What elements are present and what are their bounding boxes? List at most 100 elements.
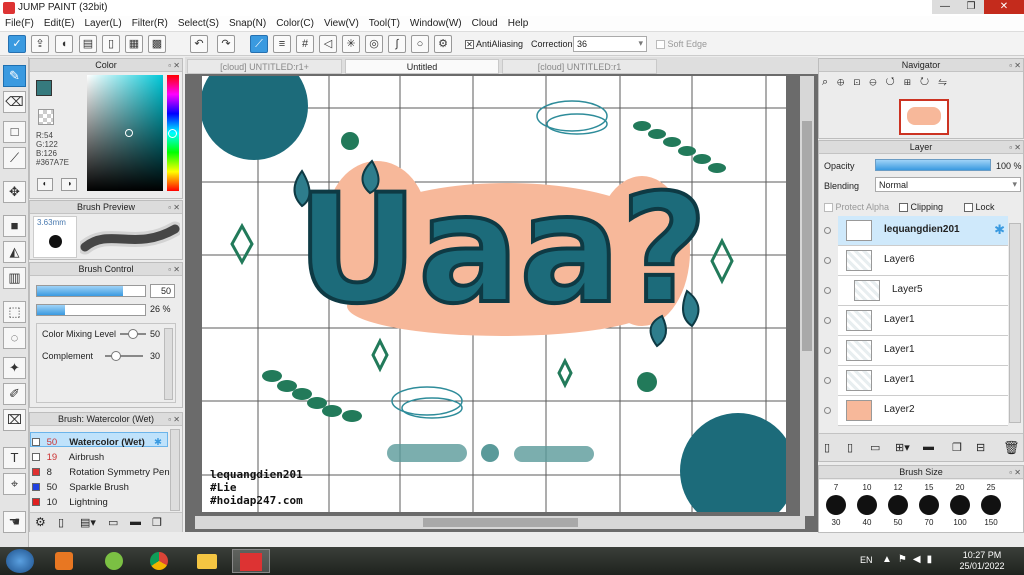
taskbar-app-green[interactable] [95,549,133,573]
size-input[interactable]: 50 [150,284,175,298]
complement-knob[interactable] [111,351,122,361]
panel-close-icon[interactable]: ▫ ✕ [168,414,180,426]
tab-untitled[interactable]: Untitled [345,59,499,74]
canvas-horizontal-scrollbar[interactable] [195,516,805,529]
redo-icon[interactable]: ↷ [217,35,235,53]
snap-curve-icon[interactable]: ∫ [388,35,406,53]
brush-list-scrollbar[interactable] [170,429,180,511]
blending-select[interactable]: Normal ▾ [875,177,1021,192]
eye-icon[interactable] [824,317,831,324]
lock-checkbox[interactable] [964,203,973,213]
text-tool-icon[interactable]: T [3,447,26,469]
zoom-fit-icon[interactable]: ⌕ [822,76,837,88]
lock-toggle[interactable]: Lock [964,202,995,213]
layer-page-icon[interactable]: ▭ [870,441,880,454]
panel-close-icon[interactable]: ▫ ✕ [168,264,180,276]
clipping-toggle[interactable]: Clipping [899,202,943,213]
layout-icon[interactable]: ▦ [125,35,143,53]
soft-edge-toggle[interactable]: Soft Edge [656,39,707,50]
panel-close-icon[interactable]: ▫ ✕ [1009,142,1021,154]
list-item[interactable]: 19 Airbrush [32,450,170,465]
layer-row[interactable]: Layer1 [824,306,1008,336]
close-button[interactable]: ✕ [984,0,1024,14]
menu-snap[interactable]: Snap(N) [224,16,271,31]
zoom-out-icon[interactable]: ⊖ [869,76,885,88]
layer-row-selected[interactable]: lequangdien201 ✱ [824,216,1008,246]
horizontal-scroll-thumb[interactable] [423,518,578,527]
brush-copy-icon[interactable]: ❐ [152,516,162,529]
menu-cloud[interactable]: Cloud [467,16,503,31]
correction-select[interactable]: 36 ▾ [573,36,647,52]
select-rect-tool-icon[interactable]: ⬚ [3,301,26,323]
menu-view[interactable]: View(V) [319,16,364,31]
layer-row[interactable]: Layer5 [824,276,1008,306]
complement-slider[interactable] [105,351,143,361]
layer-folder-icon[interactable]: ▬ [923,441,934,453]
grid-icon[interactable]: ▩ [148,35,166,53]
gear-icon[interactable]: ✱ [994,222,1005,238]
gradient-tool-icon[interactable]: ▥ [3,267,26,289]
foreground-color-swatch[interactable] [36,80,52,96]
eye-icon[interactable] [824,407,831,414]
trash-icon[interactable]: 🗑 [1003,440,1020,456]
reset-view-icon[interactable]: ⊞ [904,76,920,88]
select-eraser-tool-icon[interactable]: ⌧ [3,409,26,431]
taskbar-chrome[interactable] [140,549,178,573]
zoom-actual-icon[interactable]: ⊡ [853,76,869,88]
taskbar-jump-paint[interactable] [232,549,270,573]
snap-vanish-icon[interactable]: ◁ [319,35,337,53]
antialiasing-toggle[interactable]: ✕ AntiAliasing [465,39,523,50]
new-brush-icon[interactable]: ▯ [58,516,64,529]
panel-close-icon[interactable]: ▫ ✕ [168,202,180,214]
layer-row[interactable]: Layer1 [824,336,1008,366]
brush-size-dot[interactable] [950,495,970,515]
hue-slider[interactable] [167,75,179,191]
color-picker-cursor[interactable] [125,129,133,137]
soft-edge-checkbox[interactable] [656,40,665,50]
protect-alpha-checkbox[interactable] [824,203,833,213]
brush-page-icon[interactable]: ▭ [108,516,118,529]
layer-list-scrollbar[interactable] [1009,223,1021,423]
eye-icon[interactable] [824,287,831,294]
tab-cloud-r1-plus[interactable]: [cloud] UNTITLED:r1+ [187,59,342,74]
brush-menu-icon[interactable]: ▤▾ [80,516,96,529]
volume-icon[interactable]: ◀ [913,554,927,565]
tray-expand-icon[interactable]: ▲ [882,554,898,565]
undo-icon[interactable]: ↶ [190,35,208,53]
eyedropper-tool-icon[interactable]: ⌖ [3,473,26,495]
snap-grid-icon[interactable]: # [296,35,314,53]
layer-row[interactable]: Layer6 [824,246,1008,276]
snap-settings-icon[interactable]: ⚙ [434,35,452,53]
rotate-left-icon[interactable]: ↺ [886,76,904,88]
gear-icon[interactable]: ✱ [154,435,162,450]
select-pen-tool-icon[interactable]: ✐ [3,383,26,405]
size-slider[interactable] [36,285,146,297]
menu-edit[interactable]: Edit(E) [39,16,80,31]
hue-cursor[interactable] [168,129,177,138]
antialiasing-checkbox[interactable]: ✕ [465,40,474,50]
eye-icon[interactable] [824,227,831,234]
eye-icon[interactable] [824,257,831,264]
canvas-vertical-scrollbar[interactable] [800,76,814,516]
layer-opacity-slider[interactable] [875,159,991,171]
language-indicator[interactable]: EN [860,555,873,565]
magic-wand-tool-icon[interactable]: ✦ [3,357,26,379]
panel-close-icon[interactable]: ▫ ✕ [1009,467,1021,479]
panel-close-icon[interactable]: ▫ ✕ [168,60,180,72]
saturation-value-picker[interactable] [87,75,163,191]
layer-row[interactable]: Layer2 [824,396,1008,426]
zoom-in-icon[interactable]: ⊕ [837,76,853,88]
list-item[interactable]: 50 Watercolor (Wet) ✱ [32,435,170,450]
snap-off-icon[interactable]: ⟋ [250,35,268,53]
comment-icon[interactable]: ◖ [55,35,73,53]
menu-window[interactable]: Window(W) [405,16,467,31]
menu-color[interactable]: Color(C) [271,16,319,31]
menu-help[interactable]: Help [503,16,534,31]
list-item[interactable]: 8 Rotation Symmetry Pen [32,465,170,480]
opacity-slider[interactable] [36,304,146,316]
menu-file[interactable]: File(F) [0,16,39,31]
rotate-right-icon[interactable]: ↻ [920,76,938,88]
navigator-thumbnail[interactable] [899,99,949,135]
new-layer-alt-icon[interactable]: ▯ [847,441,853,454]
panel-close-icon[interactable]: ▫ ✕ [1009,60,1021,72]
